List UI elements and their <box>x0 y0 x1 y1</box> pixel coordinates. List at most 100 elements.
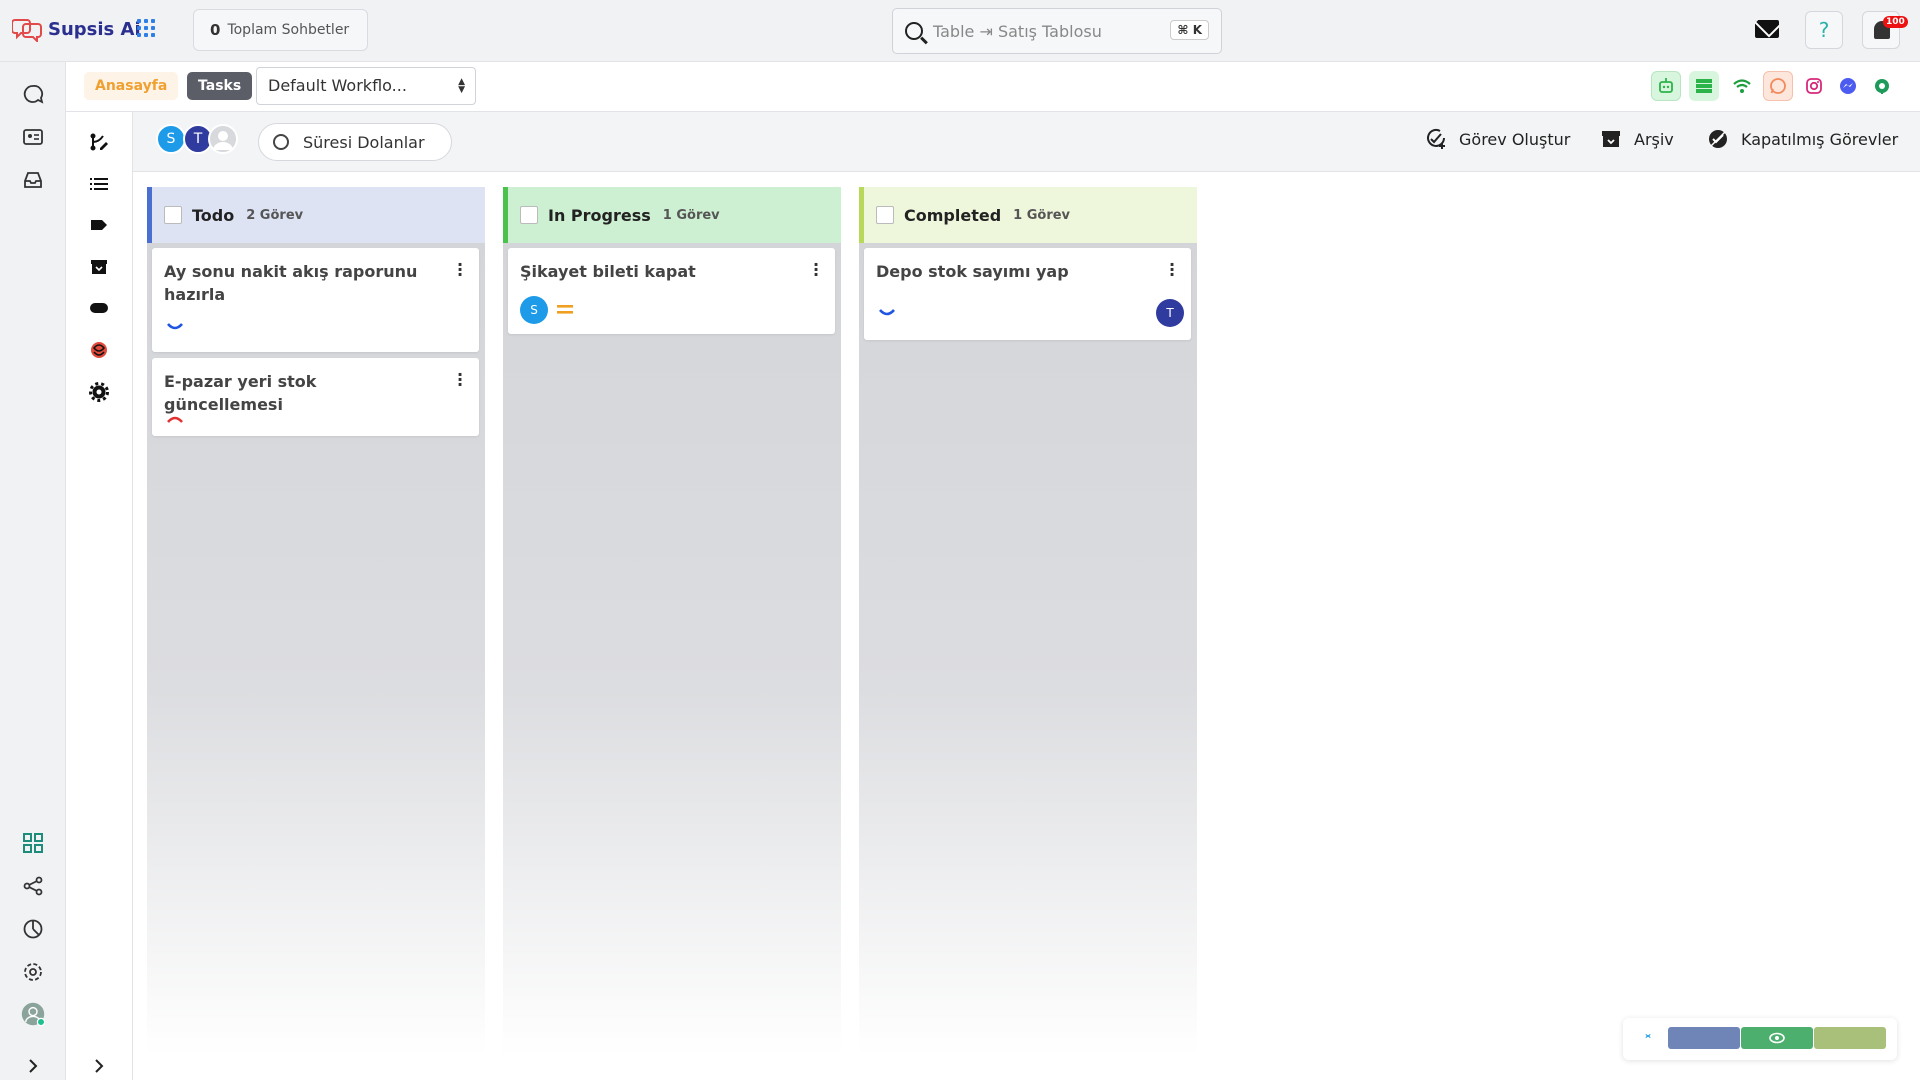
select-arrows-icon: ▲ ▼ <box>458 77 465 95</box>
search-input[interactable]: Table ⇥ Satış Tablosu ⌘ K <box>892 8 1222 54</box>
task-title: Depo stok sayımı yap <box>876 262 1069 281</box>
column-title: Todo <box>192 205 235 225</box>
settings-gear-icon[interactable] <box>21 960 45 984</box>
column-select-checkbox[interactable] <box>876 206 894 224</box>
inbox-icon[interactable] <box>21 168 45 192</box>
leaf-icon[interactable] <box>1867 71 1897 101</box>
total-chats-box[interactable]: 0 Toplam Sohbetler <box>193 9 368 51</box>
column-title: In Progress <box>548 205 651 225</box>
floating-widget: ⌄ ⌃ <box>1623 1018 1897 1060</box>
ticket-icon[interactable] <box>87 296 111 320</box>
task-card[interactable]: Ay sonu nakit akış raporunu hazırla · · · <box>152 248 479 352</box>
archive-icon[interactable] <box>87 255 111 279</box>
help-icon: ? <box>1818 18 1830 42</box>
search-shortcut: ⌘ K <box>1170 20 1209 40</box>
column-count: 2 Görev <box>246 207 304 223</box>
reports-icon[interactable] <box>21 917 45 941</box>
help-button[interactable]: ? <box>1805 11 1843 49</box>
archive-button[interactable]: Arşiv <box>1600 128 1674 150</box>
column-header: Todo 2 Görev <box>147 187 485 243</box>
primary-sidebar <box>0 62 66 1080</box>
check-plus-icon <box>1425 128 1447 150</box>
total-chats-count: 0 <box>210 21 221 39</box>
column-count: 1 Görev <box>662 207 720 223</box>
eye-icon <box>1769 1032 1785 1044</box>
tag-icon[interactable] <box>87 213 111 237</box>
widget-segment-green[interactable] <box>1741 1027 1813 1049</box>
messenger-icon[interactable] <box>1833 71 1863 101</box>
column-body[interactable]: Ay sonu nakit akış raporunu hazırla · · · … <box>147 243 485 1057</box>
chat-icon[interactable] <box>21 82 45 106</box>
priority-medium-icon <box>556 300 574 321</box>
notification-badge: 100 <box>1883 16 1908 28</box>
collapse-chevron-icon[interactable] <box>87 1054 111 1078</box>
create-task-label: Görev Oluştur <box>1459 129 1571 149</box>
workflow-icon[interactable] <box>87 130 111 154</box>
share-icon[interactable] <box>21 874 45 898</box>
avatar[interactable]: S <box>156 124 186 154</box>
workflow-select[interactable]: Default Workflo... ▲ ▼ <box>256 67 476 105</box>
list-channel-icon[interactable] <box>1689 71 1719 101</box>
task-card[interactable]: E-pazar yeri stok güncellemesi · · · <box>152 358 479 436</box>
closed-check-icon <box>1707 128 1729 150</box>
mail-icon[interactable] <box>1755 20 1779 38</box>
priority-high-icon <box>166 408 184 429</box>
apps-grid-icon[interactable] <box>137 19 155 37</box>
workflow-selected-value: Default Workflo... <box>268 76 407 95</box>
assignee-avatar[interactable]: T <box>1156 299 1184 327</box>
expand-chevron-icon[interactable] <box>21 1054 45 1078</box>
more-options-icon[interactable]: · · · <box>457 367 463 393</box>
archive-box-icon <box>1600 128 1622 150</box>
logo-text: Supsis Ai <box>48 18 141 40</box>
more-options-icon[interactable]: · · · <box>813 257 819 283</box>
column-in-progress: In Progress 1 Görev Şikayet bileti kapat… <box>503 187 841 1057</box>
widget-segment-olive[interactable] <box>1814 1027 1886 1049</box>
column-select-checkbox[interactable] <box>164 206 182 224</box>
closed-tasks-label: Kapatılmış Görevler <box>1741 129 1899 149</box>
whatsapp-icon[interactable] <box>1763 71 1793 101</box>
column-header: In Progress 1 Görev <box>503 187 841 243</box>
cog-icon[interactable] <box>87 380 111 404</box>
top-bar: Supsis Ai 0 Toplam Sohbetler Table ⇥ Sat… <box>0 0 1920 62</box>
closed-tasks-button[interactable]: Kapatılmış Görevler <box>1707 128 1898 150</box>
notifications-button[interactable]: 100 <box>1862 11 1908 49</box>
integration-icon[interactable] <box>87 338 111 362</box>
column-select-checkbox[interactable] <box>520 206 538 224</box>
task-title: Şikayet bileti kapat <box>520 262 696 281</box>
column-todo: Todo 2 Görev Ay sonu nakit akış raporunu… <box>147 187 485 1057</box>
assignee-avatar[interactable]: S <box>520 296 548 324</box>
priority-low-icon <box>166 316 184 337</box>
tasks-button[interactable]: Tasks <box>187 72 253 100</box>
archive-label: Arşiv <box>1634 129 1674 149</box>
task-title: Ay sonu nakit akış raporunu hazırla <box>164 262 418 304</box>
search-icon <box>905 22 923 40</box>
widget-segment-blue[interactable] <box>1668 1027 1740 1049</box>
bot-icon[interactable] <box>1651 71 1681 101</box>
logo-icon <box>12 19 42 42</box>
wifi-icon[interactable] <box>1727 71 1757 101</box>
column-count: 1 Görev <box>1013 207 1071 223</box>
column-title: Completed <box>904 205 1002 225</box>
more-options-icon[interactable]: · · · <box>457 257 463 283</box>
column-body[interactable]: Depo stok sayımı yap · · · T <box>859 243 1197 1057</box>
task-card[interactable]: Depo stok sayımı yap · · · T <box>864 248 1191 340</box>
instagram-icon[interactable] <box>1799 71 1829 101</box>
column-body[interactable]: Şikayet bileti kapat · · · S <box>503 243 841 1057</box>
app-logo[interactable]: Supsis Ai <box>12 16 141 42</box>
column-completed: Completed 1 Görev Depo stok sayımı yap ·… <box>859 187 1197 1057</box>
default-avatar[interactable] <box>208 124 238 154</box>
priority-low-icon <box>878 302 896 323</box>
alarm-clock-icon <box>273 134 289 150</box>
more-options-icon[interactable]: · · · <box>1169 257 1175 283</box>
total-chats-label: Toplam Sohbetler <box>227 22 350 38</box>
list-icon[interactable] <box>87 172 111 196</box>
collapse-arrows-icon[interactable]: ⌄ ⌃ <box>1643 1027 1653 1046</box>
user-avatar[interactable] <box>21 1002 45 1027</box>
expired-tasks-button[interactable]: Süresi Dolanlar <box>258 123 452 161</box>
column-header: Completed 1 Görev <box>859 187 1197 243</box>
create-task-button[interactable]: Görev Oluştur <box>1425 128 1570 150</box>
home-button[interactable]: Anasayfa <box>84 72 179 100</box>
task-card[interactable]: Şikayet bileti kapat · · · S <box>508 248 835 334</box>
dashboard-icon[interactable] <box>21 831 45 855</box>
contacts-icon[interactable] <box>21 125 45 149</box>
